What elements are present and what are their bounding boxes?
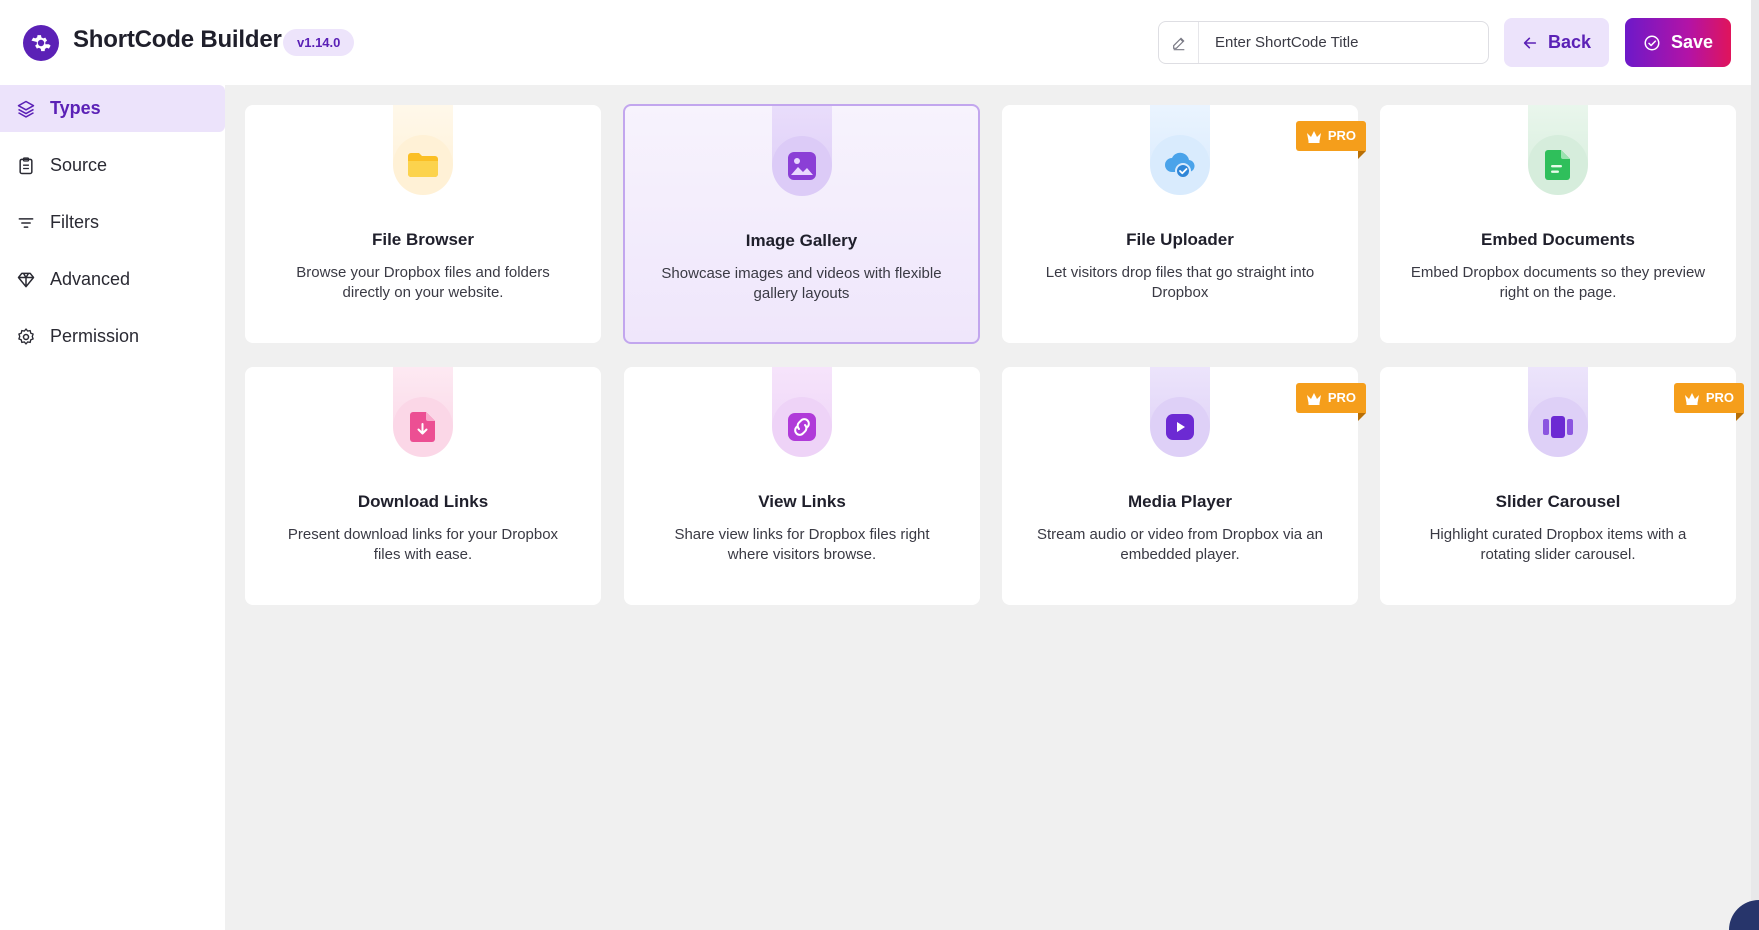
pro-badge: PRO [1295, 121, 1367, 159]
type-card-file-browser[interactable]: File Browser Browse your Dropbox files a… [245, 105, 601, 343]
sidebar-item-advanced[interactable]: Advanced [0, 256, 225, 303]
sidebar-item-label: Filters [50, 212, 99, 232]
back-button[interactable]: Back [1504, 18, 1609, 67]
check-circle-icon [1644, 35, 1660, 50]
card-description: Share view links for Dropbox files right… [674, 526, 930, 563]
card-description: Browse your Dropbox files and folders di… [296, 264, 550, 301]
vertical-scrollbar[interactable] [1751, 0, 1759, 930]
pro-label: PRO [1705, 390, 1734, 405]
image-icon [772, 136, 832, 196]
pro-label: PRO [1327, 390, 1356, 405]
version-badge: v1.14.0 [283, 29, 355, 56]
download-file-icon [393, 397, 453, 457]
sidebar-item-types[interactable]: Types [0, 85, 225, 132]
top-header: ShortCode Builder v1.14.0 Back Save [0, 0, 1759, 85]
type-card-file-uploader[interactable]: PRO File Uploader Let visitors drop file… [1002, 105, 1367, 343]
app-logo [23, 25, 59, 61]
gear-icon [31, 35, 51, 52]
type-card-view-links[interactable]: View Links Share view links for Dropbox … [624, 367, 980, 605]
save-button-label: Save [1670, 32, 1714, 52]
card-description: Present download links for your Dropbox … [287, 526, 559, 563]
back-button-label: Back [1547, 32, 1592, 52]
card-title: View Links [758, 492, 846, 511]
card-title: Slider Carousel [1495, 492, 1621, 511]
pro-badge: PRO [1673, 383, 1745, 421]
gear-icon [16, 327, 36, 347]
sidebar-item-label: Types [50, 98, 101, 118]
card-description: Highlight curated Dropbox items with a r… [1429, 526, 1687, 563]
card-description: Let visitors drop files that go straight… [1045, 264, 1315, 301]
pro-label: PRO [1327, 128, 1356, 143]
sidebar-item-source[interactable]: Source [0, 142, 225, 189]
crown-icon [1306, 130, 1321, 143]
crown-icon [1306, 392, 1321, 405]
shortcode-title-input[interactable] [1199, 22, 1479, 63]
arrow-left-icon [1523, 37, 1537, 48]
app-title: ShortCode Builder [73, 26, 282, 53]
sidebar-item-label: Permission [50, 326, 140, 346]
cloud-upload-icon [1150, 135, 1210, 195]
sidebar-item-label: Source [50, 155, 108, 175]
pro-badge: PRO [1295, 383, 1367, 421]
card-description: Showcase images and videos with flexible… [661, 265, 942, 302]
type-card-media-player[interactable]: PRO Media Player Stream audio or video f… [1002, 367, 1367, 605]
card-title: Embed Documents [1481, 230, 1635, 249]
type-card-image-gallery[interactable]: Image Gallery Showcase images and videos… [623, 104, 980, 344]
card-title: File Uploader [1126, 230, 1234, 249]
card-title: Download Links [357, 492, 489, 511]
card-title: File Browser [371, 230, 475, 249]
link-icon [772, 397, 832, 457]
card-title: Image Gallery [745, 231, 858, 250]
type-card-download-links[interactable]: Download Links Present download links fo… [245, 367, 601, 605]
play-icon [1150, 397, 1210, 457]
folder-icon [393, 135, 453, 195]
pencil-icon [1159, 22, 1199, 63]
type-card-embed-documents[interactable]: Embed Documents Embed Dropbox documents … [1380, 105, 1736, 343]
card-title: Media Player [1128, 492, 1232, 511]
sidebar-item-label: Advanced [50, 269, 131, 289]
diamond-icon [16, 270, 36, 290]
card-description: Embed Dropbox documents so they preview … [1410, 264, 1706, 301]
sidebar: Types Source Filters Advanced Permission [0, 85, 225, 930]
shortcode-title-field[interactable] [1158, 21, 1489, 64]
layers-icon [16, 99, 36, 119]
sidebar-item-filters[interactable]: Filters [0, 199, 225, 246]
sidebar-item-permission[interactable]: Permission [0, 313, 225, 360]
document-icon [1528, 135, 1588, 195]
clipboard-icon [16, 156, 36, 176]
filter-icon [16, 213, 36, 233]
type-card-slider-carousel[interactable]: PRO Slider Carousel Highlight curated Dr… [1380, 367, 1745, 605]
save-button[interactable]: Save [1625, 18, 1731, 67]
window-corner [1729, 900, 1759, 930]
crown-icon [1684, 392, 1699, 405]
card-description: Stream audio or video from Dropbox via a… [1037, 526, 1323, 563]
carousel-icon [1528, 397, 1588, 457]
